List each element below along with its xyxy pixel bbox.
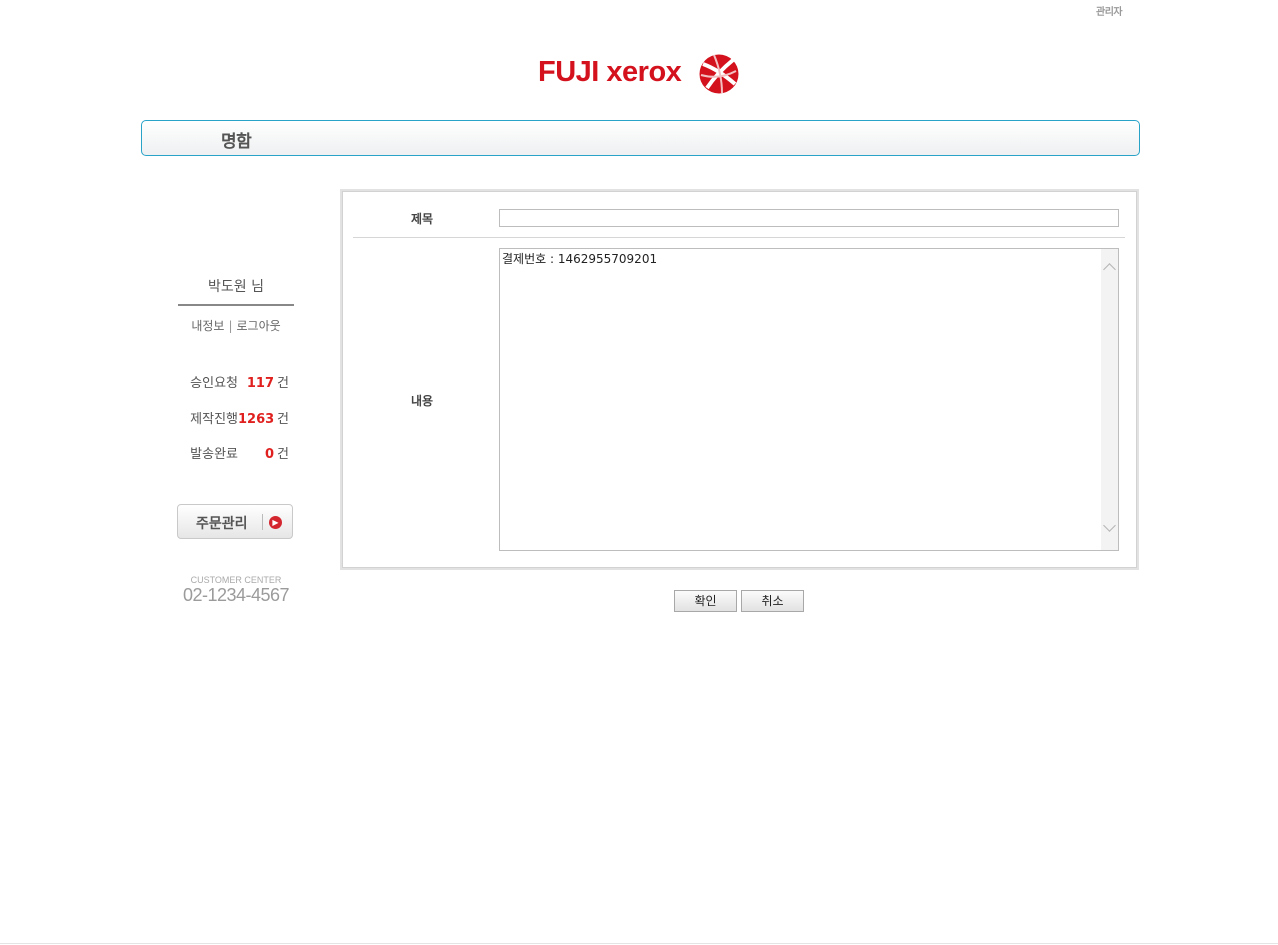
page-title: 명함	[221, 132, 252, 152]
chevron-down-icon[interactable]	[1103, 519, 1116, 532]
stat-label: 발송완료	[190, 447, 238, 462]
content-label: 내용	[411, 394, 434, 408]
stat-approval-request[interactable]: 승인요청 117 건	[170, 372, 310, 391]
stat-unit: 건	[277, 412, 289, 427]
cancel-button[interactable]: 취소	[741, 590, 804, 612]
arrow-right-circle-icon: ▶	[269, 516, 282, 529]
stat-shipped[interactable]: 발송완료 0 건	[170, 443, 310, 462]
stat-unit: 건	[277, 376, 289, 391]
customer-center-phone: 02-1234-4567	[182, 585, 290, 605]
order-button-label: 주문관리	[196, 516, 248, 532]
subject-label: 제목	[411, 212, 434, 226]
logo-text: FUJI xerox	[538, 56, 682, 88]
stat-label: 제작진행	[190, 412, 238, 427]
fuji-xerox-logo[interactable]: FUJI xerox	[538, 52, 742, 96]
textarea-scrollbar[interactable]	[1101, 249, 1118, 550]
page-title-bar: 명함	[141, 120, 1140, 156]
stat-count: 0	[264, 447, 274, 462]
stat-unit: 건	[277, 447, 289, 462]
order-management-button[interactable]: 주문관리 ▶	[177, 504, 293, 539]
subject-input[interactable]	[499, 209, 1119, 227]
stat-label: 승인요청	[190, 376, 238, 391]
customer-center-label: CUSTOMER CENTER	[190, 575, 282, 585]
order-button-divider	[262, 514, 263, 530]
stat-in-production[interactable]: 제작진행1263 건	[170, 408, 310, 427]
user-name: 박도원 님	[208, 279, 264, 295]
link-separator: |	[228, 319, 233, 333]
admin-link[interactable]: 관리자	[1096, 3, 1123, 18]
content-text: 결제번호 : 1462955709201	[502, 252, 658, 266]
row-divider	[353, 237, 1125, 238]
message-form: 제목 내용 결제번호 : 1462955709201	[340, 189, 1139, 570]
my-info-link[interactable]: 내정보	[191, 319, 224, 333]
user-divider	[178, 304, 294, 306]
xerox-globe-icon	[699, 54, 739, 94]
logout-link[interactable]: 로그아웃	[237, 319, 281, 333]
stat-count: 117	[246, 376, 274, 391]
stat-count: 1263	[238, 412, 275, 427]
content-textarea[interactable]: 결제번호 : 1462955709201	[499, 248, 1119, 551]
user-links: 내정보 | 로그아웃	[178, 317, 294, 334]
chevron-up-icon[interactable]	[1103, 263, 1116, 276]
confirm-button[interactable]: 확인	[674, 590, 737, 612]
footer-divider	[0, 943, 1278, 944]
